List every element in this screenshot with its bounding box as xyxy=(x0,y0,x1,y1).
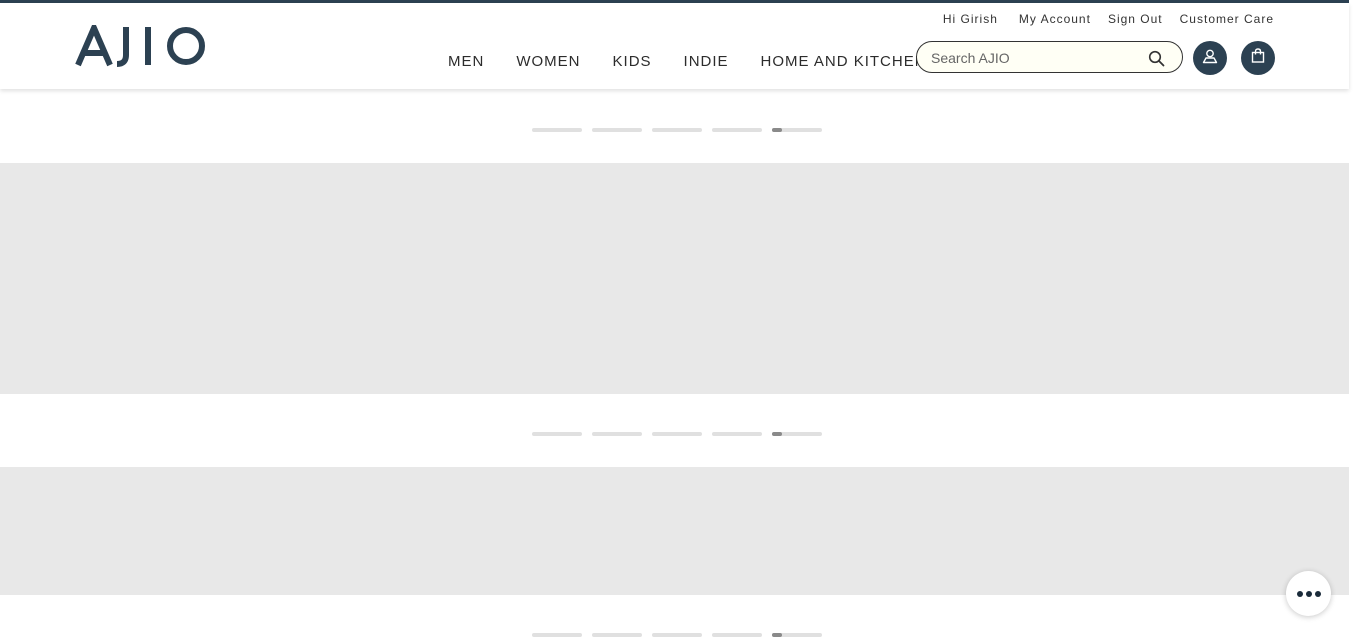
greeting-text: Hi Girish xyxy=(942,12,998,26)
chat-button[interactable] xyxy=(1286,571,1331,616)
ajio-logo[interactable] xyxy=(75,25,207,67)
carousel-dot[interactable] xyxy=(712,128,762,132)
carousel-dot-active[interactable] xyxy=(772,128,822,132)
account-button[interactable] xyxy=(1193,41,1227,75)
site-header: Hi Girish My Account Sign Out Customer C… xyxy=(0,3,1349,89)
sign-out-link[interactable]: Sign Out xyxy=(1108,12,1163,26)
carousel-dot-active[interactable] xyxy=(772,432,822,436)
banner-placeholder[interactable] xyxy=(0,467,1349,595)
search-icon[interactable] xyxy=(1148,50,1165,72)
account-links: Hi Girish My Account Sign Out Customer C… xyxy=(926,12,1274,26)
carousel-dot[interactable] xyxy=(592,128,642,132)
carousel-indicators xyxy=(532,633,822,637)
carousel-indicators xyxy=(532,432,822,436)
carousel-dot[interactable] xyxy=(652,432,702,436)
customer-care-link[interactable]: Customer Care xyxy=(1180,12,1274,26)
nav-indie[interactable]: INDIE xyxy=(684,53,729,70)
nav-men[interactable]: MEN xyxy=(448,53,484,70)
my-account-link[interactable]: My Account xyxy=(1019,12,1091,26)
carousel-dot[interactable] xyxy=(712,633,762,637)
search-box xyxy=(916,41,1183,73)
carousel-dot[interactable] xyxy=(532,432,582,436)
nav-kids[interactable]: KIDS xyxy=(613,53,652,70)
more-dots-icon xyxy=(1295,590,1322,597)
search-input[interactable] xyxy=(929,48,1143,68)
shopping-bag-icon xyxy=(1251,48,1265,68)
banner-placeholder[interactable] xyxy=(0,163,1349,394)
ajio-logo-icon xyxy=(75,25,205,67)
nav-home-and-kitchen[interactable]: HOME AND KITCHEN xyxy=(761,53,927,70)
bag-button[interactable] xyxy=(1241,41,1275,75)
carousel-dot[interactable] xyxy=(712,432,762,436)
carousel-dot[interactable] xyxy=(592,432,642,436)
carousel-indicators xyxy=(532,128,822,132)
carousel-dot[interactable] xyxy=(532,128,582,132)
carousel-dot[interactable] xyxy=(592,633,642,637)
carousel-dot[interactable] xyxy=(532,633,582,637)
carousel-dot[interactable] xyxy=(652,633,702,637)
main-nav: MEN WOMEN KIDS INDIE HOME AND KITCHEN xyxy=(448,53,959,70)
user-icon xyxy=(1202,48,1218,69)
carousel-dot-active[interactable] xyxy=(772,633,822,637)
carousel-dot[interactable] xyxy=(652,128,702,132)
nav-women[interactable]: WOMEN xyxy=(516,53,580,70)
